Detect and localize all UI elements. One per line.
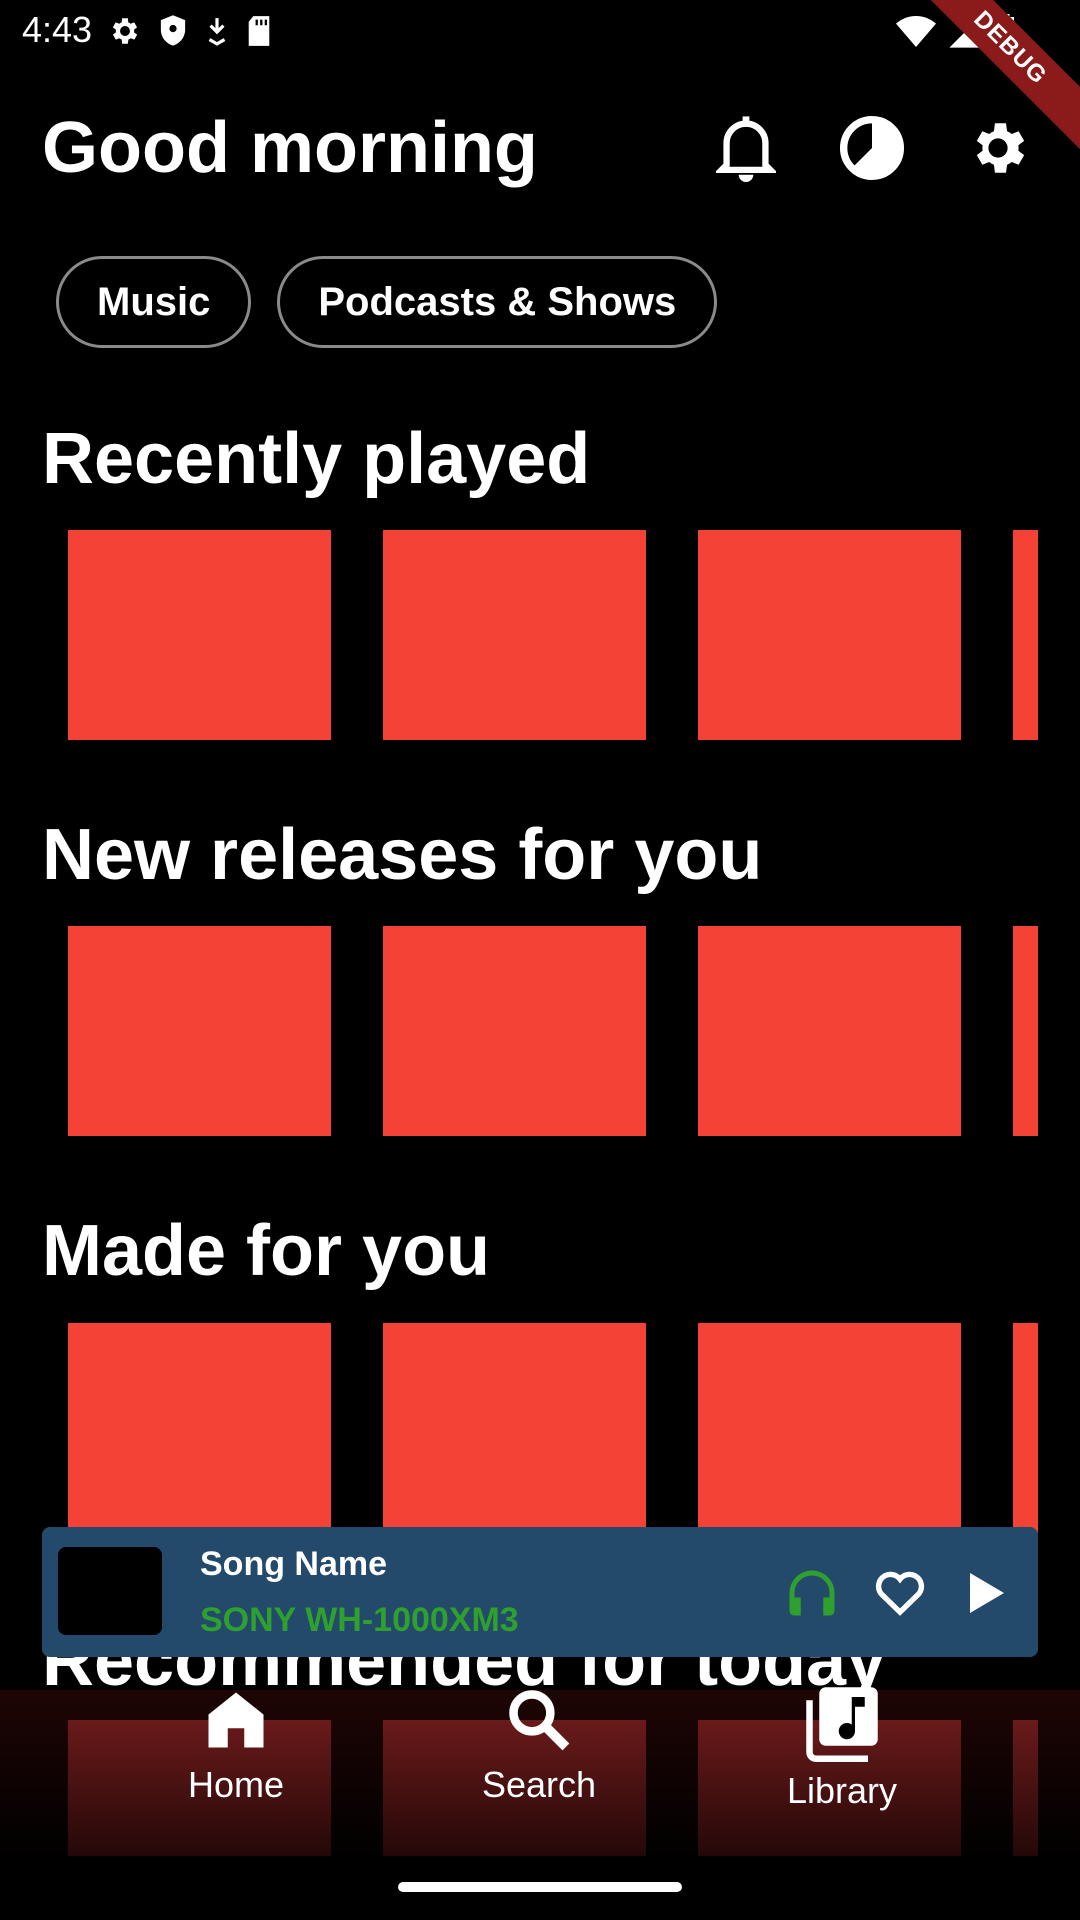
- nav-search[interactable]: Search: [439, 1684, 639, 1806]
- device-name: SONY WH-1000XM3: [200, 1601, 519, 1639]
- album-tile[interactable]: [383, 530, 646, 740]
- bell-icon: [716, 116, 776, 182]
- like-button[interactable]: [868, 1561, 932, 1625]
- connect-device-button[interactable]: [780, 1561, 844, 1625]
- home-indicator[interactable]: [398, 1882, 682, 1892]
- sd-card-icon: [248, 16, 270, 46]
- play-button[interactable]: [954, 1561, 1018, 1625]
- album-tile[interactable]: [698, 530, 961, 740]
- play-icon: [970, 1573, 1004, 1613]
- mini-player[interactable]: Song Name SONY WH-1000XM3: [42, 1527, 1038, 1657]
- album-tile[interactable]: [68, 530, 331, 740]
- gear-icon: [112, 18, 138, 44]
- album-tile[interactable]: [1013, 530, 1038, 740]
- download-icon: [208, 18, 226, 46]
- history-icon: [839, 115, 905, 181]
- new-releases-row: [68, 926, 1038, 1136]
- album-tile[interactable]: [383, 926, 646, 1136]
- notifications-button[interactable]: [710, 112, 782, 184]
- album-tile[interactable]: [68, 1323, 331, 1533]
- recently-played-row: [68, 530, 1038, 740]
- library-icon: [806, 1687, 878, 1762]
- shield-icon: [160, 15, 186, 46]
- home-icon: [208, 1692, 264, 1748]
- settings-button[interactable]: [962, 112, 1034, 184]
- recents-button[interactable]: [836, 112, 908, 184]
- album-tile[interactable]: [1013, 926, 1038, 1136]
- nav-search-label: Search: [481, 1764, 597, 1805]
- chip-podcasts-shows[interactable]: Podcasts & Shows: [277, 256, 718, 348]
- bottom-nav: Home Search Library: [0, 1684, 1080, 1860]
- album-tile[interactable]: [383, 1323, 646, 1533]
- nav-library-label: Library: [786, 1770, 898, 1811]
- page-title: Good morning: [42, 108, 538, 188]
- section-title-new-releases: New releases for you: [42, 815, 763, 895]
- search-icon: [509, 1690, 570, 1751]
- section-title-made-for-you: Made for you: [42, 1211, 491, 1291]
- album-cover: [58, 1547, 162, 1635]
- headphones-icon: [789, 1570, 835, 1616]
- album-tile[interactable]: [1013, 1323, 1038, 1533]
- nav-home-label: Home: [187, 1764, 285, 1805]
- song-name: Song Name: [200, 1545, 388, 1583]
- filter-chips: Music Podcasts & Shows: [56, 256, 718, 348]
- status-icons-left: [108, 14, 272, 48]
- status-time: 4:43: [22, 9, 93, 50]
- album-tile[interactable]: [698, 926, 961, 1136]
- section-title-recently-played: Recently played: [42, 419, 591, 499]
- album-tile[interactable]: [698, 1323, 961, 1533]
- nav-home[interactable]: Home: [136, 1684, 336, 1806]
- made-for-you-row: [68, 1323, 1038, 1533]
- settings-icon: [976, 123, 1025, 173]
- album-tile[interactable]: [68, 926, 331, 1136]
- chip-music[interactable]: Music: [56, 256, 252, 348]
- wifi-icon: [896, 16, 936, 47]
- heart-icon: [875, 1571, 925, 1616]
- nav-library[interactable]: Library: [742, 1684, 942, 1812]
